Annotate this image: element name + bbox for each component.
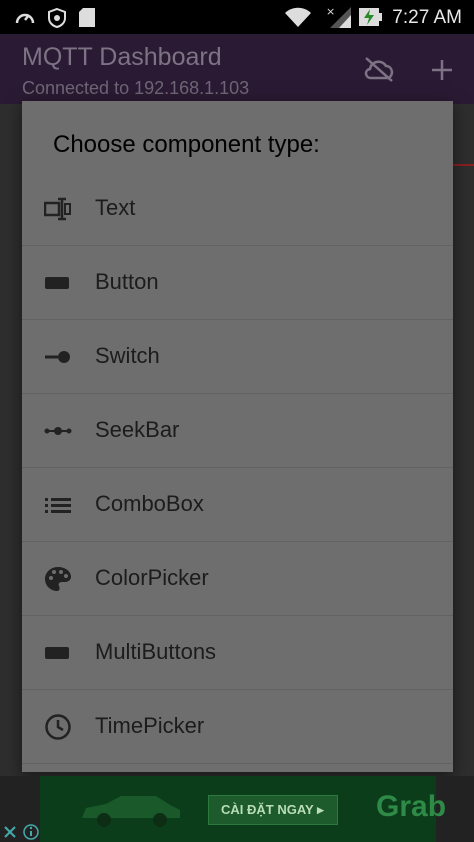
car-icon [82, 796, 180, 827]
option-button[interactable]: Button [22, 245, 453, 320]
status-bar: × 7:27 AM [0, 0, 474, 34]
connection-status: Connected to 192.168.1.103 [22, 78, 250, 98]
app-title: MQTT Dashboard [22, 43, 222, 71]
ad-close-icon[interactable] [2, 824, 18, 840]
option-label: MultiButtons [95, 639, 217, 664]
dialog-title: Choose component type: [53, 131, 320, 158]
text-field-icon [44, 197, 71, 221]
cloud-off-icon[interactable] [362, 56, 396, 82]
option-label: ComboBox [95, 491, 204, 516]
option-label: Button [95, 269, 159, 294]
signal-icon: × [326, 5, 351, 28]
ad-brand-logo: Grab [376, 790, 447, 823]
list-icon [45, 498, 71, 513]
shield-icon [48, 7, 66, 29]
component-type-dialog: Choose component type: Text Button Switc… [22, 101, 453, 772]
add-icon[interactable] [430, 58, 454, 82]
install-button[interactable]: CÀI ĐẶT NGAY ▸ [208, 795, 338, 825]
divider [452, 164, 474, 166]
option-text[interactable]: Text [22, 171, 453, 246]
seekbar-icon [44, 427, 72, 435]
option-combobox[interactable]: ComboBox [22, 467, 453, 542]
ad-content[interactable]: CÀI ĐẶT NGAY ▸ Grab [40, 776, 446, 842]
button-icon [45, 277, 69, 289]
clock-text: 7:27 AM [392, 7, 462, 28]
gauge-icon [15, 13, 35, 24]
option-colorpicker[interactable]: ColorPicker [22, 541, 453, 616]
option-seekbar[interactable]: SeekBar [22, 393, 453, 468]
app-bar: MQTT Dashboard Connected to 192.168.1.10… [0, 34, 474, 104]
battery-charging-icon [359, 8, 382, 26]
option-label: SeekBar [95, 417, 180, 442]
option-multibuttons[interactable]: MultiButtons [22, 615, 453, 690]
option-timepicker[interactable]: TimePicker [22, 689, 453, 764]
option-label: Switch [95, 343, 160, 368]
switch-icon [45, 351, 70, 363]
ad-banner[interactable]: CÀI ĐẶT NGAY ▸ Grab [0, 776, 474, 842]
palette-icon [45, 567, 71, 591]
option-switch[interactable]: Switch [22, 319, 453, 394]
svg-text:×: × [326, 5, 335, 18]
option-label: TimePicker [95, 713, 205, 738]
option-label: Text [95, 195, 136, 220]
ad-info-icon[interactable] [22, 823, 40, 841]
clock-icon [45, 714, 71, 740]
option-label: ColorPicker [95, 565, 209, 590]
wifi-icon [285, 7, 311, 27]
button-icon [45, 647, 69, 659]
sd-card-icon [79, 8, 95, 27]
